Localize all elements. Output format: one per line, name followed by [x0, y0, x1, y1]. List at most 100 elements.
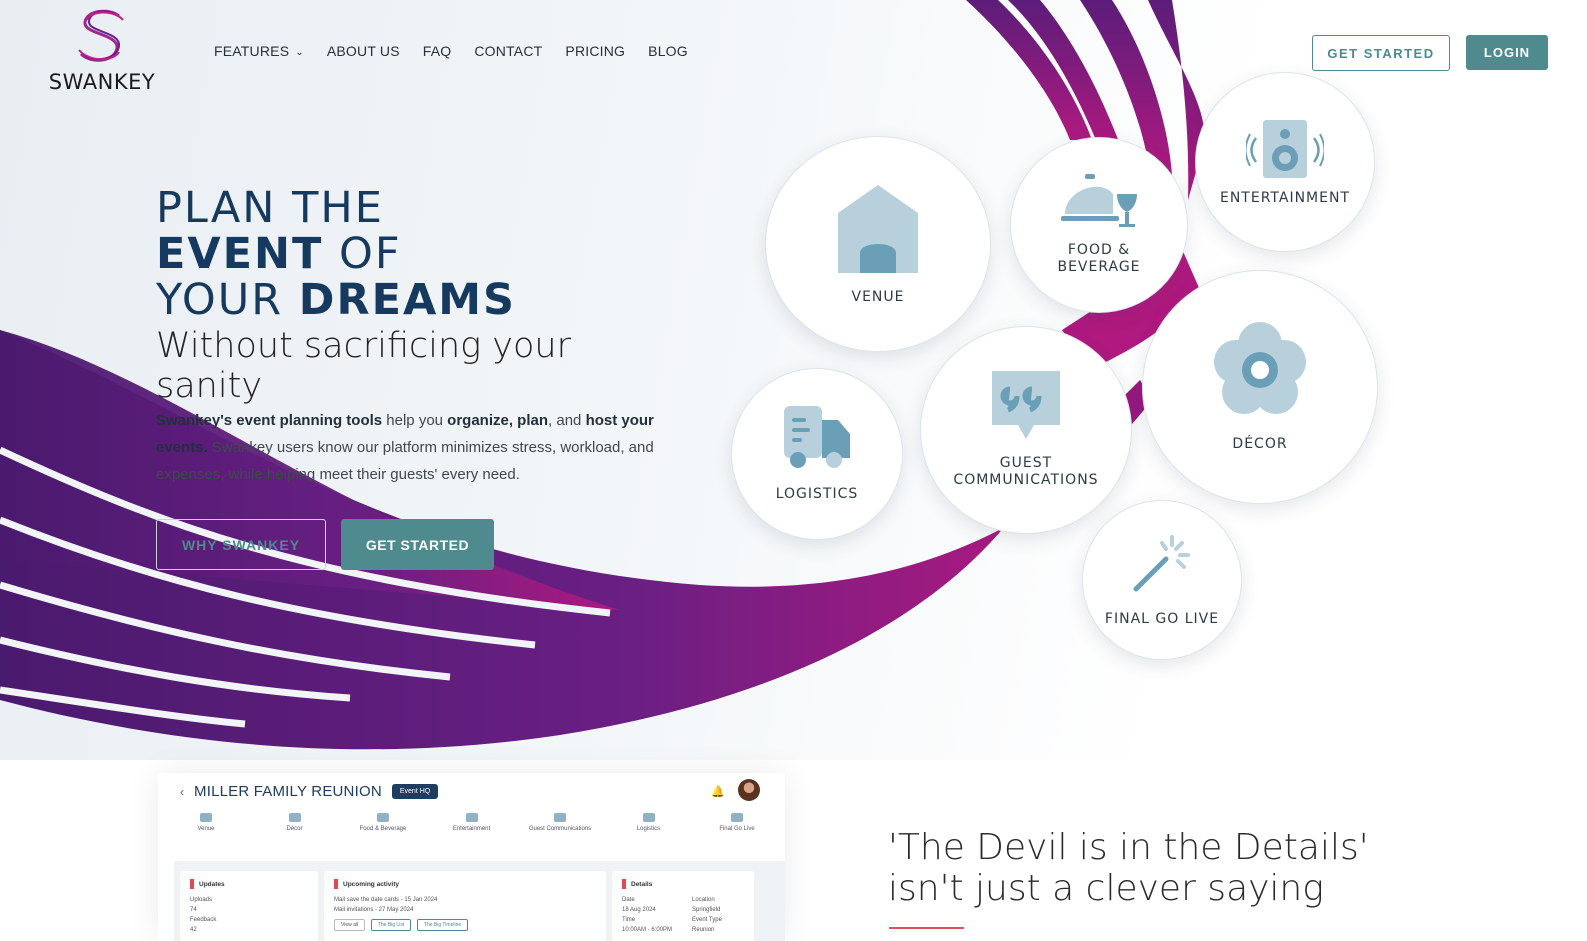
type-value: Reunion — [692, 927, 715, 933]
nav-features[interactable]: FEATURES ⌄ — [214, 43, 304, 59]
dashboard-tab-guest[interactable]: Guest Communications — [520, 813, 600, 832]
quote-line-1: 'The Devil is in the Details' — [888, 827, 1369, 868]
details-title: Details — [622, 879, 744, 889]
feature-entertainment-label: ENTERTAINMENT — [1219, 189, 1351, 206]
feature-entertainment[interactable]: ENTERTAINMENT — [1195, 72, 1375, 252]
dashboard-tab-label: Décor — [286, 826, 303, 832]
activity-line-1: Mail save the date cards - 15 Jan 2024 — [334, 897, 438, 903]
tab-icon — [200, 813, 212, 822]
hero-title-line1: PLAN THE — [156, 183, 384, 233]
big-timeline-button[interactable]: The Big Timeline — [416, 919, 469, 931]
nav-contact[interactable]: CONTACT — [474, 43, 542, 59]
back-chevron-icon[interactable]: ‹ — [180, 785, 184, 799]
nav-blog[interactable]: BLOG — [648, 43, 688, 59]
feature-guest-label: GUEST COMMUNICATIONS — [953, 455, 1099, 488]
feature-logistics[interactable]: LOGISTICS — [731, 368, 903, 540]
dashboard-preview: ‹ MILLER FAMILY REUNION Event HQ 🔔 Venue… — [158, 773, 785, 941]
tab-icon — [642, 813, 655, 822]
activity-line-2: Mail invitations - 27 May 2024 — [334, 907, 414, 913]
dashboard-tab-label: Guest Communications — [528, 826, 592, 832]
truck-icon — [784, 405, 850, 468]
feature-food-label: FOOD & BEVERAGE — [1057, 242, 1141, 275]
feature-decor-label: DÉCOR — [1232, 435, 1288, 452]
event-hq-badge[interactable]: Event HQ — [391, 784, 439, 799]
details-grid: Date 18 Aug 2024 Time 10:00AM - 6:00PM L… — [622, 897, 744, 937]
date-value: 18 Aug 2024 — [622, 907, 656, 913]
cloche-icon — [1061, 174, 1137, 227]
updates-panel: Updates Uploads 74 Feedback 42 — [180, 871, 318, 941]
hero-title-dreams: DREAMS — [298, 275, 516, 325]
details-col-2: Location Springfield Event Type Reunion — [692, 897, 722, 937]
dashboard-tab-label: Final Go Live — [719, 826, 755, 832]
updates-title: Updates — [190, 879, 308, 889]
dashboard-tab-label: Venue — [197, 826, 215, 832]
swankey-s-logo-icon — [78, 9, 124, 62]
feature-final-go-live[interactable]: FINAL GO LIVE — [1082, 500, 1242, 660]
feature-decor[interactable]: DÉCOR — [1142, 270, 1378, 504]
dashboard-tab-golive[interactable]: Final Go Live — [697, 813, 777, 832]
dashboard-tab-food[interactable]: Food & Beverage — [343, 813, 423, 832]
tab-icon — [554, 813, 566, 822]
hero-body-text-1: help you — [382, 412, 448, 429]
nav-faq[interactable]: FAQ — [423, 43, 452, 59]
hero-title-line3: YOUR DREAMS — [156, 277, 516, 323]
dashboard-tab-label: Food & Beverage — [359, 826, 407, 832]
hero-title-event: EVENT — [156, 229, 324, 279]
time-label: Time — [622, 917, 636, 923]
hero-body-text-3: Swankey users know our platform minimize… — [156, 439, 654, 483]
magic-wand-icon — [1133, 534, 1190, 591]
upcoming-activity-panel: Upcoming activity Mail save the date car… — [324, 871, 606, 941]
details-quote: 'The Devil is in the Details' isn't just… — [888, 827, 1369, 909]
feature-guest-communications[interactable]: GUEST COMMUNICATIONS — [920, 326, 1132, 534]
dashboard-header: ‹ MILLER FAMILY REUNION Event HQ — [180, 783, 439, 800]
location-value: Springfield — [692, 907, 721, 913]
view-all-button[interactable]: View all — [334, 919, 366, 931]
nav-pricing[interactable]: PRICING — [565, 43, 625, 59]
nav-features-label: FEATURES — [214, 43, 290, 59]
feature-logistics-label: LOGISTICS — [775, 485, 859, 502]
feature-venue[interactable]: VENUE — [765, 136, 991, 352]
dashboard-tab-venue[interactable]: Venue — [166, 813, 246, 832]
dashboard-tab-decor[interactable]: Décor — [255, 813, 335, 832]
dashboard-event-title: MILLER FAMILY REUNION — [194, 783, 382, 800]
details-panel: Details Date 18 Aug 2024 Time 10:00AM - … — [612, 871, 754, 941]
hero-description: Swankey's event planning tools help you … — [156, 407, 676, 488]
feedback-label: Feedback — [190, 917, 217, 923]
bell-icon[interactable]: 🔔 — [711, 785, 725, 798]
hero-title-your: YOUR — [156, 275, 299, 325]
dashboard-tabs: Venue Décor Food & Beverage Entertainmen… — [166, 813, 777, 832]
dashboard-tab-entertainment[interactable]: Entertainment — [432, 813, 512, 832]
date-label: Date — [622, 897, 635, 903]
big-list-button[interactable]: The Big List — [370, 919, 412, 931]
uploads-value: 74 — [190, 907, 197, 913]
type-label: Event Type — [692, 917, 722, 923]
hero-title: PLAN THE EVENT OF YOUR DREAMS — [156, 185, 516, 323]
why-swankey-button[interactable]: WHY SWANKEY — [156, 519, 326, 570]
hero-get-started-button[interactable]: GET STARTED — [341, 519, 494, 570]
feature-food-beverage[interactable]: FOOD & BEVERAGE — [1010, 137, 1188, 313]
dashboard-tab-label: Logistics — [636, 826, 661, 832]
hero-subtitle: Without sacrificing your sanity — [156, 326, 571, 406]
nav-about-us[interactable]: ABOUT US — [327, 43, 400, 59]
hero-body-bold-2: organize, plan — [447, 412, 549, 429]
flower-icon — [1214, 321, 1306, 414]
avatar[interactable] — [738, 779, 760, 801]
dashboard-tab-logistics[interactable]: Logistics — [609, 813, 689, 832]
hero-title-line2: EVENT OF — [156, 231, 516, 277]
details-col-1: Date 18 Aug 2024 Time 10:00AM - 6:00PM — [622, 897, 672, 937]
tab-icon — [731, 813, 743, 822]
login-button[interactable]: LOGIN — [1466, 35, 1548, 70]
hero-body-bold-1: Swankey's event planning tools — [156, 412, 383, 429]
dashboard-panels: Updates Uploads 74 Feedback 42 Upcoming … — [174, 861, 785, 941]
header-get-started-button[interactable]: GET STARTED — [1312, 35, 1450, 71]
feature-venue-label: VENUE — [851, 288, 905, 305]
uploads-label: Uploads — [190, 897, 213, 903]
tab-icon — [377, 813, 389, 822]
brand-logo[interactable]: SWANKEY — [42, 6, 162, 94]
location-label: Location — [692, 897, 715, 903]
time-value: 10:00AM - 6:00PM — [622, 927, 673, 933]
dashboard-tab-label: Entertainment — [452, 826, 491, 832]
activity-buttons: View all The Big List The Big Timeline — [334, 919, 596, 931]
chevron-down-icon: ⌄ — [295, 47, 304, 58]
hero-title-of: OF — [323, 229, 402, 279]
